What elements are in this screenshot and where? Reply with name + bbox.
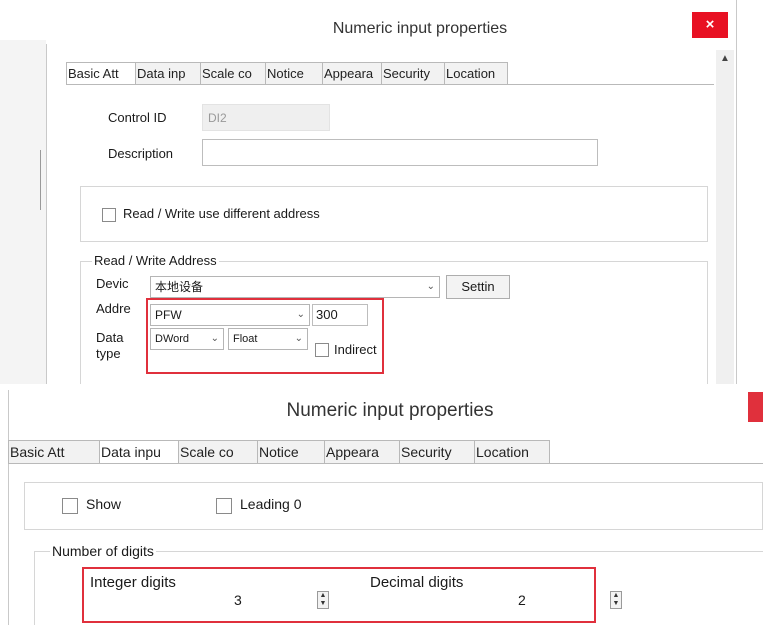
- tab-data-input[interactable]: Data inpu: [99, 440, 179, 464]
- close-button[interactable]: ×: [692, 12, 728, 38]
- bottom-tab-bar: Basic Att Data inpu Scale co Notice Appe…: [8, 440, 550, 464]
- tab-notice[interactable]: Notice: [257, 440, 325, 464]
- display-options-group: [24, 482, 763, 530]
- chevron-down-icon: ⌄: [426, 281, 435, 292]
- control-id-label: Control ID: [108, 110, 167, 125]
- description-input[interactable]: [202, 139, 598, 166]
- tab-basic-attributes[interactable]: Basic Att: [8, 440, 100, 464]
- show-label: Show: [86, 496, 122, 512]
- tab-divider: [66, 84, 714, 85]
- tab-location[interactable]: Location: [444, 62, 508, 85]
- tab-appearance[interactable]: Appeara: [324, 440, 400, 464]
- show-checkbox[interactable]: [62, 498, 78, 514]
- device-select-value: 本地设备: [155, 280, 204, 294]
- tab-scale-conversion[interactable]: Scale co: [178, 440, 258, 464]
- tab-divider: [8, 463, 763, 464]
- highlight-box: [82, 567, 596, 623]
- rw-different-address-label: Read / Write use different address: [123, 206, 320, 221]
- settings-button[interactable]: Settin: [446, 275, 510, 299]
- description-label: Description: [108, 146, 174, 161]
- data-type-label-line2: type: [96, 346, 121, 361]
- tab-security[interactable]: Security: [399, 440, 475, 464]
- data-type-label: Data: [96, 330, 124, 345]
- device-label: Devic: [96, 276, 129, 291]
- device-select[interactable]: 本地设备 ⌄: [150, 276, 440, 298]
- vertical-scrollbar[interactable]: [716, 50, 734, 384]
- tab-scale-conversion[interactable]: Scale co: [200, 62, 266, 85]
- highlight-box: [146, 298, 384, 374]
- top-dialog-title: Numeric input properties: [332, 20, 508, 37]
- tab-security[interactable]: Security: [381, 62, 445, 85]
- tab-data-input[interactable]: Data inp: [135, 62, 201, 85]
- leading-zero-label: Leading 0: [240, 496, 302, 512]
- leading-zero-checkbox[interactable]: [216, 498, 232, 514]
- tab-appearance[interactable]: Appeara: [322, 62, 382, 85]
- rw-address-group-title: Read / Write Address: [92, 253, 219, 268]
- close-button[interactable]: [748, 392, 763, 422]
- address-label: Addre: [96, 301, 131, 316]
- control-id-field: DI2: [202, 104, 330, 131]
- top-tab-bar: Basic Att Data inp Scale co Notice Appea…: [66, 62, 508, 85]
- rw-different-address-checkbox[interactable]: [102, 208, 116, 222]
- number-of-digits-title: Number of digits: [50, 543, 156, 559]
- bottom-dialog-title: Numeric input properties: [286, 400, 494, 421]
- background-window: [0, 40, 47, 384]
- tab-location[interactable]: Location: [474, 440, 550, 464]
- tab-notice[interactable]: Notice: [265, 62, 323, 85]
- decimal-digits-spinner[interactable]: ▲ ▼: [610, 591, 622, 609]
- scroll-up-icon[interactable]: ▲: [718, 52, 732, 66]
- close-icon: ×: [705, 16, 715, 33]
- tab-basic-attributes[interactable]: Basic Att: [66, 62, 136, 85]
